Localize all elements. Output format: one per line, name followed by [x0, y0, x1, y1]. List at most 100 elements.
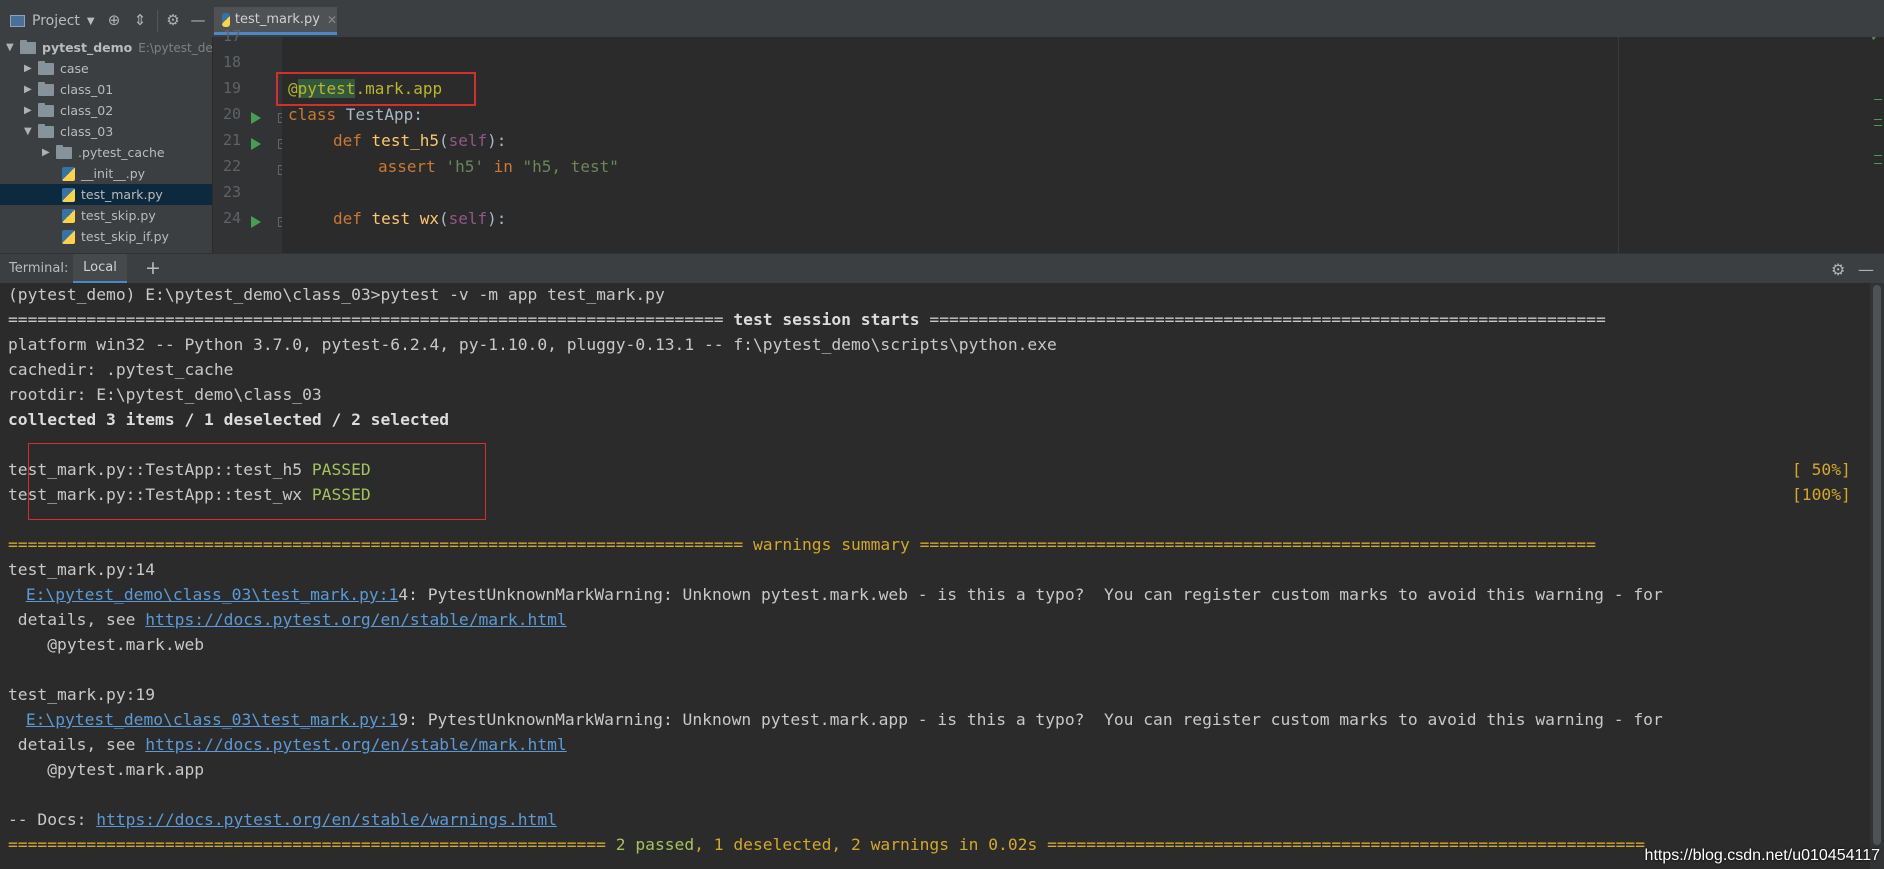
- divider: [157, 10, 158, 32]
- tree-root-path: E:\pytest_demo: [138, 40, 212, 55]
- editor-gutter: 17 18 19 20 21 22 23 24 − − − −: [212, 27, 288, 253]
- bar-left: ========================================…: [8, 310, 734, 329]
- line-number: 20: [222, 105, 241, 123]
- folder-icon: [38, 60, 54, 75]
- final-summary: ========================================…: [8, 835, 1645, 854]
- tab-label: test_mark.py: [234, 12, 320, 27]
- highlight-box: [276, 72, 476, 106]
- tree-item-test-skip-if[interactable]: test_skip_if.py: [62, 226, 169, 247]
- tree-item-class-03[interactable]: ▼ class_03: [24, 121, 113, 142]
- change-marker: [1874, 125, 1882, 126]
- collected-line: collected 3 items / 1 deselected / 2 sel…: [8, 410, 450, 429]
- chevron-down-icon: ▼: [6, 42, 14, 53]
- warning-text: 4: PytestUnknownMarkWarning: Unknown pyt…: [398, 585, 1663, 604]
- doc-link[interactable]: https://docs.pytest.org/en/stable/mark.h…: [145, 735, 567, 754]
- code-line-def2: def test wx(self):: [333, 209, 506, 228]
- code-token: in: [493, 157, 513, 176]
- python-file-icon: [62, 166, 75, 181]
- docs-label: -- Docs:: [8, 810, 97, 829]
- tree-item-label: .pytest_cache: [78, 145, 165, 160]
- folder-icon: [38, 123, 54, 138]
- collapse-icon[interactable]: ⇕: [130, 10, 150, 30]
- code-token: 'h5': [445, 157, 484, 176]
- warnings-count: 2 warnings in 0.02s: [851, 835, 1038, 854]
- chevron-down-icon: ▼: [24, 126, 32, 137]
- change-marker: [1874, 155, 1882, 156]
- run-icon[interactable]: [251, 112, 261, 124]
- chevron-right-icon: ▶: [24, 84, 32, 95]
- tab-local[interactable]: Local: [73, 254, 127, 284]
- python-file-icon: [222, 12, 230, 27]
- warning-line: E:\pytest_demo\class_03\test_mark.py:14:…: [16, 585, 1663, 604]
- cachedir-line: cachedir: .pytest_cache: [8, 360, 234, 379]
- hide-icon[interactable]: —: [1858, 260, 1874, 279]
- checkmark-icon: ✓: [1870, 37, 1882, 45]
- hide-icon[interactable]: —: [188, 10, 208, 30]
- toolbar: Project ▼ ⊕ ⇕ ⚙ — test_mark.py ✕: [0, 0, 1884, 42]
- locate-icon[interactable]: ⊕: [104, 10, 124, 30]
- terminal-header: Terminal: Local + ⚙ —: [0, 253, 1884, 284]
- tree-item-class-01[interactable]: ▶ class_01: [24, 79, 113, 100]
- warning-code: @pytest.mark.app: [8, 760, 205, 779]
- scrollbar-thumb[interactable]: [1873, 285, 1881, 845]
- code-editor[interactable]: @pytest.mark.app class TestApp: def test…: [282, 37, 1884, 253]
- tree-item-test-skip[interactable]: test_skip.py: [62, 205, 156, 226]
- folder-icon: [56, 144, 72, 159]
- run-icon[interactable]: [251, 138, 261, 150]
- tree-item-label: class_01: [60, 82, 114, 97]
- tree-item-label: case: [60, 61, 89, 76]
- tree-item-label: test_skip.py: [81, 208, 156, 223]
- add-terminal-button[interactable]: +: [145, 257, 161, 279]
- terminal-scrollbar[interactable]: [1870, 283, 1884, 869]
- change-marker: [1874, 99, 1882, 100]
- bar-left: ========================================…: [8, 535, 753, 554]
- comma: ,: [694, 835, 714, 854]
- bar-left: ========================================…: [8, 835, 616, 854]
- bar-right: ========================================…: [919, 310, 1606, 329]
- chevron-right-icon: ▶: [24, 105, 32, 116]
- tree-item-class-02[interactable]: ▶ class_02: [24, 100, 113, 121]
- comma: ,: [831, 835, 852, 854]
- code-line-def1: def test_h5(self):: [333, 131, 506, 150]
- line-number: 24: [222, 209, 241, 227]
- doc-link[interactable]: https://docs.pytest.org/en/stable/warnin…: [96, 810, 557, 829]
- line-number: 23: [222, 183, 241, 201]
- project-tree: ▼ pytest_demo E:\pytest_demo ▶ case ▶ cl…: [0, 37, 212, 253]
- tree-item-case[interactable]: ▶ case: [24, 58, 89, 79]
- file-link[interactable]: E:\pytest_demo\class_03\test_mark.py:1: [26, 710, 398, 729]
- line-number: 18: [222, 53, 241, 71]
- line-number: 21: [222, 131, 241, 149]
- platform-line: platform win32 -- Python 3.7.0, pytest-6…: [8, 335, 1057, 354]
- terminal-output[interactable]: (pytest_demo) E:\pytest_demo\class_03>py…: [0, 283, 1884, 869]
- tree-root-label: pytest_demo: [42, 40, 133, 55]
- session-separator: ========================================…: [8, 310, 1606, 329]
- code-line-class: class TestApp:: [288, 105, 423, 124]
- tree-item-label: __init__.py: [81, 166, 146, 181]
- code-token: assert: [378, 157, 436, 176]
- doc-link[interactable]: https://docs.pytest.org/en/stable/mark.h…: [145, 610, 567, 629]
- warning-line: E:\pytest_demo\class_03\test_mark.py:19:…: [16, 710, 1663, 729]
- gear-icon[interactable]: ⚙: [163, 10, 183, 30]
- folder-icon: [38, 102, 54, 117]
- terminal-label: Terminal:: [9, 261, 69, 276]
- bar-right: ========================================…: [1037, 835, 1645, 854]
- line-number: 19: [222, 79, 241, 97]
- close-icon[interactable]: ✕: [327, 13, 337, 27]
- code-token: self: [448, 131, 488, 150]
- gear-icon[interactable]: ⚙: [1831, 260, 1845, 279]
- right-margin-guide: [1618, 37, 1619, 253]
- project-view-selector[interactable]: Project ▼: [10, 11, 95, 31]
- tree-item-pytest-cache[interactable]: ▶ .pytest_cache: [42, 142, 165, 163]
- rootdir-line: rootdir: E:\pytest_demo\class_03: [8, 385, 322, 404]
- tree-item-init[interactable]: __init__.py: [62, 163, 145, 184]
- warning-text: 9: PytestUnknownMarkWarning: Unknown pyt…: [398, 710, 1663, 729]
- run-icon[interactable]: [251, 216, 261, 228]
- warning-details: details, see https://docs.pytest.org/en/…: [8, 610, 567, 629]
- python-file-icon: [62, 208, 75, 223]
- tree-item-label: test_skip_if.py: [81, 229, 169, 244]
- tree-root[interactable]: ▼ pytest_demo E:\pytest_demo: [6, 37, 212, 58]
- tree-item-test-mark[interactable]: test_mark.py: [0, 184, 212, 205]
- code-token: "h5, test": [522, 157, 619, 176]
- python-file-icon: [62, 229, 75, 244]
- file-link[interactable]: E:\pytest_demo\class_03\test_mark.py:1: [26, 585, 398, 604]
